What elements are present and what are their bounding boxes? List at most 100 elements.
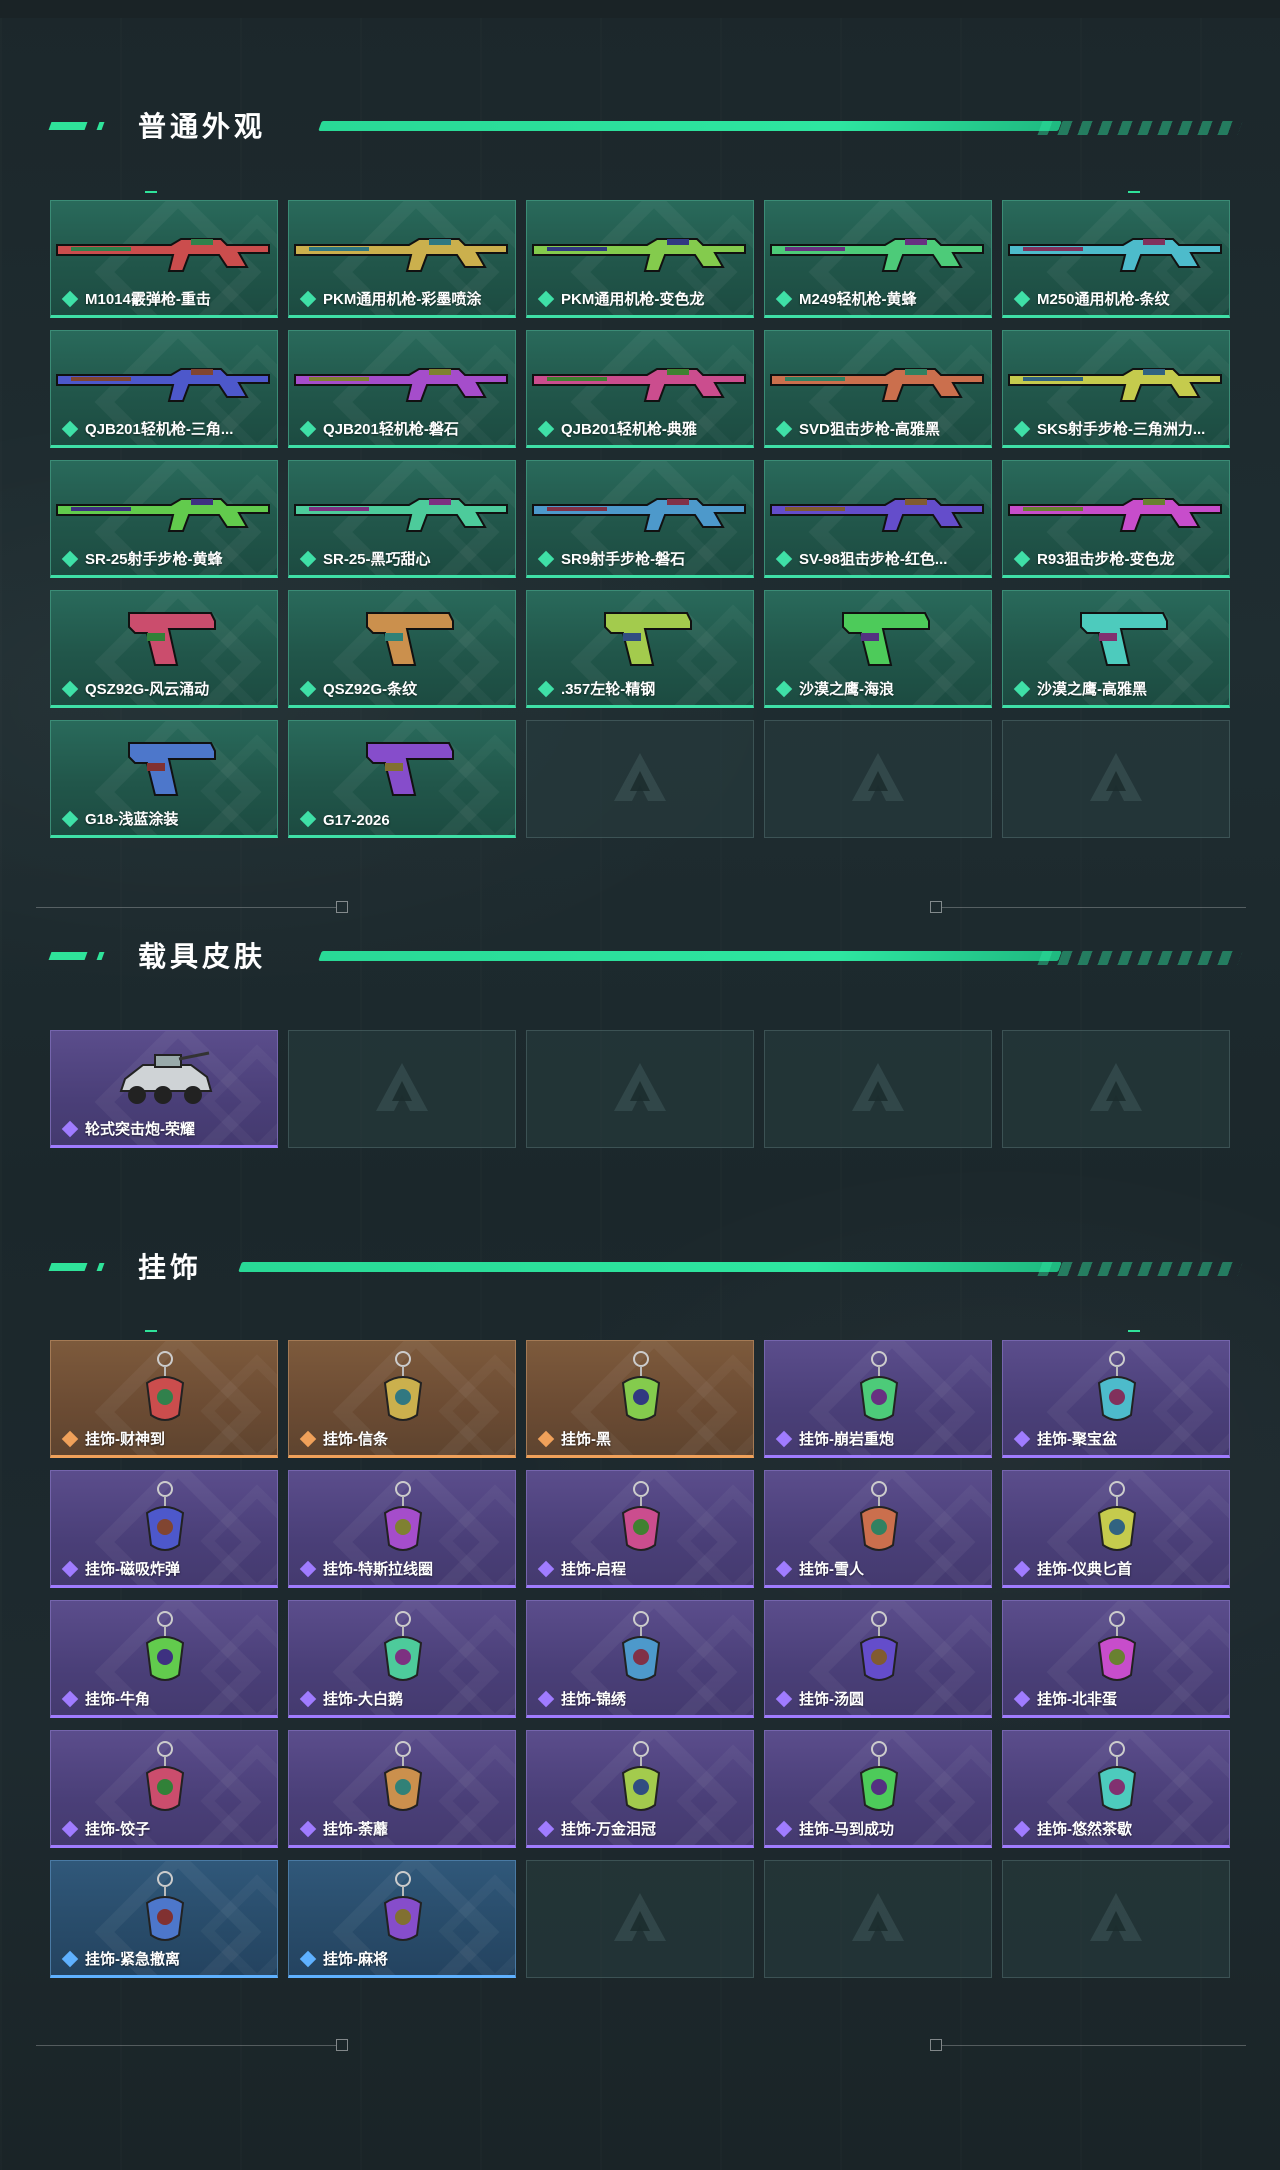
item-card[interactable]: QSZ92G-风云涌动 xyxy=(50,590,278,708)
section-header-charms: 挂饰 xyxy=(48,1248,1243,1288)
item-label: 轮式突击炮-荣耀 xyxy=(85,1121,195,1138)
item-label: 挂饰-饺子 xyxy=(85,1821,150,1838)
item-card[interactable]: 挂饰-紧急撤离 xyxy=(50,1860,278,1978)
item-label: 挂饰-北非蛋 xyxy=(1037,1691,1117,1708)
header-checker xyxy=(1037,121,1243,135)
item-label: 挂饰-聚宝盆 xyxy=(1037,1431,1117,1448)
item-card[interactable]: 挂饰-悠然茶歇 xyxy=(1002,1730,1230,1848)
item-label: 沙漠之鹰-海浪 xyxy=(799,681,894,698)
charm-icon xyxy=(51,1349,277,1427)
item-card[interactable]: PKM通用机枪-彩墨喷涂 xyxy=(288,200,516,318)
item-card[interactable]: PKM通用机枪-变色龙 xyxy=(526,200,754,318)
empty-slot-logo-icon xyxy=(852,1893,904,1941)
empty-slot xyxy=(526,1030,754,1148)
item-card[interactable]: 轮式突击炮-荣耀 xyxy=(50,1030,278,1148)
item-label: 挂饰-汤圆 xyxy=(799,1691,864,1708)
item-card[interactable]: QJB201轻机枪-典雅 xyxy=(526,330,754,448)
item-card[interactable]: SKS射手步枪-三角洲力... xyxy=(1002,330,1230,448)
item-card[interactable]: .357左轮-精钢 xyxy=(526,590,754,708)
deco-square xyxy=(336,2039,348,2051)
item-card[interactable]: QSZ92G-条纹 xyxy=(288,590,516,708)
item-card[interactable]: 挂饰-万金泪冠 xyxy=(526,1730,754,1848)
item-card[interactable]: 挂饰-饺子 xyxy=(50,1730,278,1848)
rarity-icon xyxy=(61,420,79,438)
item-card[interactable]: G17-2026 xyxy=(288,720,516,838)
item-label: 挂饰-启程 xyxy=(561,1561,626,1578)
rarity-icon xyxy=(299,1950,317,1968)
item-card[interactable]: M250通用机枪-条纹 xyxy=(1002,200,1230,318)
empty-slot xyxy=(1002,1860,1230,1978)
item-card[interactable]: 沙漠之鹰-高雅黑 xyxy=(1002,590,1230,708)
item-label: 挂饰-牛角 xyxy=(85,1691,150,1708)
rarity-icon xyxy=(1013,680,1031,698)
empty-slot-logo-icon xyxy=(852,753,904,801)
item-card[interactable]: M249轻机枪-黄蜂 xyxy=(764,200,992,318)
item-card[interactable]: QJB201轻机枪-三角... xyxy=(50,330,278,448)
item-card[interactable]: R93狙击步枪-变色龙 xyxy=(1002,460,1230,578)
item-label: QJB201轻机枪-磐石 xyxy=(323,421,459,438)
charm-icon xyxy=(289,1869,515,1947)
rarity-icon xyxy=(299,1560,317,1578)
charm-icon xyxy=(1003,1739,1229,1817)
item-label: 挂饰-荼蘼 xyxy=(323,1821,388,1838)
header-checker xyxy=(1037,1262,1243,1276)
item-label: 挂饰-马到成功 xyxy=(799,1821,894,1838)
item-card[interactable]: 沙漠之鹰-海浪 xyxy=(764,590,992,708)
rarity-icon xyxy=(775,1690,793,1708)
item-card[interactable]: SR-25-黑巧甜心 xyxy=(288,460,516,578)
rarity-icon xyxy=(537,290,555,308)
rarity-icon xyxy=(299,680,317,698)
charm-icon xyxy=(289,1609,515,1687)
item-card[interactable]: M1014霰弹枪-重击 xyxy=(50,200,278,318)
item-card[interactable]: SVD狙击步枪-高雅黑 xyxy=(764,330,992,448)
item-label: SR-25-黑巧甜心 xyxy=(323,551,431,568)
item-card[interactable]: 挂饰-大白鹅 xyxy=(288,1600,516,1718)
item-card[interactable]: 挂饰-雪人 xyxy=(764,1470,992,1588)
item-label: 挂饰-悠然茶歇 xyxy=(1037,1821,1132,1838)
item-label: SV-98狙击步枪-红色... xyxy=(799,551,948,568)
item-card[interactable]: 挂饰-北非蛋 xyxy=(1002,1600,1230,1718)
charm-icon xyxy=(1003,1349,1229,1427)
item-card[interactable]: 挂饰-锦绣 xyxy=(526,1600,754,1718)
item-label: 挂饰-锦绣 xyxy=(561,1691,626,1708)
item-card[interactable]: 挂饰-启程 xyxy=(526,1470,754,1588)
item-label: QJB201轻机枪-典雅 xyxy=(561,421,697,438)
item-card[interactable]: 挂饰-马到成功 xyxy=(764,1730,992,1848)
item-card[interactable]: 挂饰-黑 xyxy=(526,1340,754,1458)
item-label: 挂饰-万金泪冠 xyxy=(561,1821,656,1838)
empty-slot-logo-icon xyxy=(852,1063,904,1111)
charm-icon xyxy=(527,1479,753,1557)
item-card[interactable]: 挂饰-磁吸炸弹 xyxy=(50,1470,278,1588)
section-header-vehicles: 载具皮肤 xyxy=(48,937,1243,977)
item-card[interactable]: 挂饰-汤圆 xyxy=(764,1600,992,1718)
item-card[interactable]: 挂饰-聚宝盆 xyxy=(1002,1340,1230,1458)
item-label: SR-25射手步枪-黄蜂 xyxy=(85,551,223,568)
item-card[interactable]: 挂饰-荼蘼 xyxy=(288,1730,516,1848)
header-line xyxy=(318,121,1062,131)
machine-gun-icon xyxy=(765,209,991,287)
item-card[interactable]: 挂饰-崩岩重炮 xyxy=(764,1340,992,1458)
item-label: 挂饰-仪典匕首 xyxy=(1037,1561,1132,1578)
item-card[interactable]: 挂饰-信条 xyxy=(288,1340,516,1458)
item-card[interactable]: QJB201轻机枪-磐石 xyxy=(288,330,516,448)
item-card[interactable]: SR9射手步枪-磐石 xyxy=(526,460,754,578)
rarity-icon xyxy=(775,550,793,568)
item-label: 挂饰-黑 xyxy=(561,1431,611,1448)
rarity-icon xyxy=(775,1820,793,1838)
rarity-icon xyxy=(537,680,555,698)
tick-mark xyxy=(145,1330,157,1332)
charm-icon xyxy=(51,1869,277,1947)
rarity-icon xyxy=(1013,1820,1031,1838)
item-card[interactable]: 挂饰-特斯拉线圈 xyxy=(288,1470,516,1588)
item-card[interactable]: 挂饰-牛角 xyxy=(50,1600,278,1718)
item-card[interactable]: 挂饰-仪典匕首 xyxy=(1002,1470,1230,1588)
empty-slot-logo-icon xyxy=(376,1063,428,1111)
item-card[interactable]: G18-浅蓝涂装 xyxy=(50,720,278,838)
item-card[interactable]: SR-25射手步枪-黄蜂 xyxy=(50,460,278,578)
empty-slot xyxy=(1002,1030,1230,1148)
shotgun-icon xyxy=(51,209,277,287)
deco-line xyxy=(942,907,1246,908)
item-card[interactable]: 挂饰-财神到 xyxy=(50,1340,278,1458)
item-card[interactable]: SV-98狙击步枪-红色... xyxy=(764,460,992,578)
item-card[interactable]: 挂饰-麻将 xyxy=(288,1860,516,1978)
